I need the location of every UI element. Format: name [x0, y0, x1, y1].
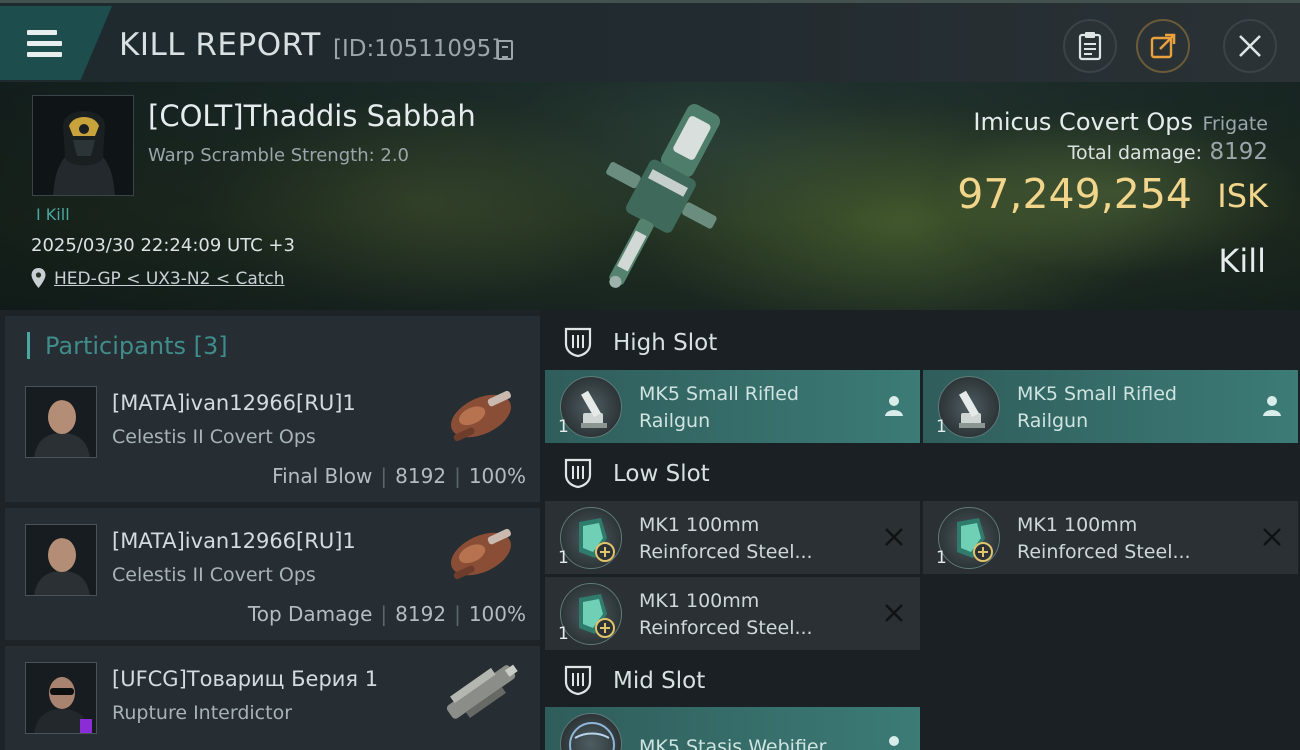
kill-result: Kill: [1218, 242, 1266, 280]
participants-title: Participants: [45, 332, 186, 360]
kill-location-link[interactable]: HED-GP < UX3-N2 < Catch: [54, 269, 285, 289]
copy-icon[interactable]: [497, 40, 513, 60]
module-quantity: 1: [558, 624, 569, 644]
pilot-icon: [1263, 396, 1281, 416]
module-item[interactable]: 1 MK5 Small Rifled Railgun: [923, 370, 1298, 443]
armor-plate-icon: [560, 507, 622, 569]
victim-ship-name: Imicus Covert Ops: [973, 108, 1193, 136]
cross-icon: [885, 528, 903, 546]
victim-name[interactable]: [COLT]Thaddis Sabbah: [148, 99, 476, 133]
high-slot-title: High Slot: [613, 330, 718, 356]
participant-ship-image: [451, 528, 511, 580]
armor-plate-icon: [560, 583, 622, 645]
participant-card[interactable]: [UFCG]Товарищ Берия 1 Rupture Interdicto…: [5, 646, 540, 750]
module-item[interactable]: 1 MK1 100mm Reinforced Steel...: [545, 577, 920, 650]
close-button[interactable]: [1223, 19, 1277, 73]
participant-name: [UFCG]Товарищ Берия 1: [112, 667, 379, 691]
module-name-2: Reinforced Steel...: [639, 617, 813, 639]
low-slot-header: Low Slot: [545, 445, 1300, 501]
module-name: MK1 100mm: [639, 514, 760, 536]
location-pin-icon: [31, 268, 46, 288]
module-item[interactable]: 1 MK1 100mm Reinforced Steel...: [923, 501, 1298, 574]
participant-ship-image: [446, 664, 518, 719]
participant-percent: 100%: [468, 464, 526, 488]
module-item[interactable]: MK5 Stasis Webifier: [545, 707, 920, 750]
participant-role: Final Blow: [272, 464, 373, 488]
participant-ship: Celestis II Covert Ops: [112, 564, 316, 586]
shield-slot-icon: [564, 665, 592, 696]
armor-plate-icon: [938, 507, 1000, 569]
participant-ship: Celestis II Covert Ops: [112, 426, 316, 448]
victim-ship-image[interactable]: [560, 88, 760, 306]
module-name-2: Railgun: [639, 410, 711, 432]
module-name: MK5 Small Rifled: [639, 383, 799, 405]
low-slot-title: Low Slot: [613, 461, 710, 487]
pilot-icon: [885, 396, 903, 416]
shield-slot-icon: [564, 327, 592, 358]
kill-timestamp: 2025/03/30 22:24:09 UTC +3: [31, 235, 295, 256]
participant-damage: 8192: [395, 464, 447, 488]
hamburger-icon: [27, 30, 62, 63]
module-item[interactable]: 1 MK1 100mm Reinforced Steel...: [545, 501, 920, 574]
railgun-icon: [938, 376, 1000, 438]
share-icon: [1150, 33, 1176, 59]
participants-panel: Participants [3] [MATA]ivan12966[RU]1 Ce…: [0, 310, 540, 750]
stasis-webifier-icon: [560, 713, 622, 750]
total-damage-label: Total damage:: [1067, 142, 1202, 164]
victim-avatar[interactable]: [32, 95, 134, 196]
participant-ship-image: [451, 390, 511, 442]
participant-name: [MATA]ivan12966[RU]1: [112, 529, 356, 553]
module-name: MK1 100mm: [639, 590, 760, 612]
menu-button[interactable]: [0, 6, 112, 80]
kill-tag: I Kill: [36, 205, 70, 224]
module-quantity: 1: [558, 417, 569, 437]
share-button[interactable]: [1136, 19, 1190, 73]
title-bar: KILL REPORT [ID:10511095]: [0, 0, 1300, 82]
module-name-2: Reinforced Steel...: [639, 541, 813, 563]
notes-button[interactable]: [1063, 19, 1117, 73]
module-name: MK5 Small Rifled: [1017, 383, 1177, 405]
participant-name: [MATA]ivan12966[RU]1: [112, 391, 356, 415]
participant-avatar: [25, 524, 97, 596]
page-title: KILL REPORT: [119, 27, 321, 63]
mid-slot-title: Mid Slot: [613, 668, 706, 694]
module-name: MK1 100mm: [1017, 514, 1138, 536]
cross-icon: [885, 604, 903, 622]
module-name: MK5 Stasis Webifier: [639, 736, 827, 750]
module-name-2: Reinforced Steel...: [1017, 541, 1191, 563]
participant-ship: Rupture Interdictor: [112, 702, 292, 724]
total-damage-value: 8192: [1209, 139, 1268, 165]
high-slot-header: High Slot: [545, 314, 1300, 370]
participant-card[interactable]: [MATA]ivan12966[RU]1 Celestis II Covert …: [5, 370, 540, 502]
participant-role: Top Damage: [247, 602, 373, 626]
participant-avatar: [25, 386, 97, 458]
module-quantity: 1: [936, 548, 947, 568]
module-quantity: 1: [936, 417, 947, 437]
pilot-icon: [889, 736, 899, 746]
close-icon: [1239, 35, 1261, 57]
module-quantity: 1: [558, 548, 569, 568]
module-name-2: Railgun: [1017, 410, 1089, 432]
participants-header: Participants [3]: [5, 316, 540, 375]
participants-count: [3]: [193, 332, 228, 360]
isk-unit: ISK: [1217, 177, 1268, 215]
report-id: [ID:10511095]: [333, 36, 501, 62]
kill-summary: [COLT]Thaddis Sabbah Warp Scramble Stren…: [0, 82, 1300, 310]
railgun-icon: [560, 376, 622, 438]
mid-slot-header: Mid Slot: [545, 652, 1300, 708]
cross-icon: [1263, 528, 1281, 546]
participant-damage: 8192: [395, 602, 447, 626]
participant-avatar: [25, 662, 97, 734]
isk-value: 97,249,254: [957, 170, 1192, 218]
victim-ship-class: Frigate: [1202, 113, 1268, 135]
module-item[interactable]: 1 MK5 Small Rifled Railgun: [545, 370, 920, 443]
clipboard-icon: [1078, 32, 1102, 61]
participant-card[interactable]: [MATA]ivan12966[RU]1 Celestis II Covert …: [5, 508, 540, 640]
shield-slot-icon: [564, 458, 592, 489]
participant-percent: 100%: [468, 602, 526, 626]
warp-scramble-strength: Warp Scramble Strength: 2.0: [148, 145, 410, 166]
